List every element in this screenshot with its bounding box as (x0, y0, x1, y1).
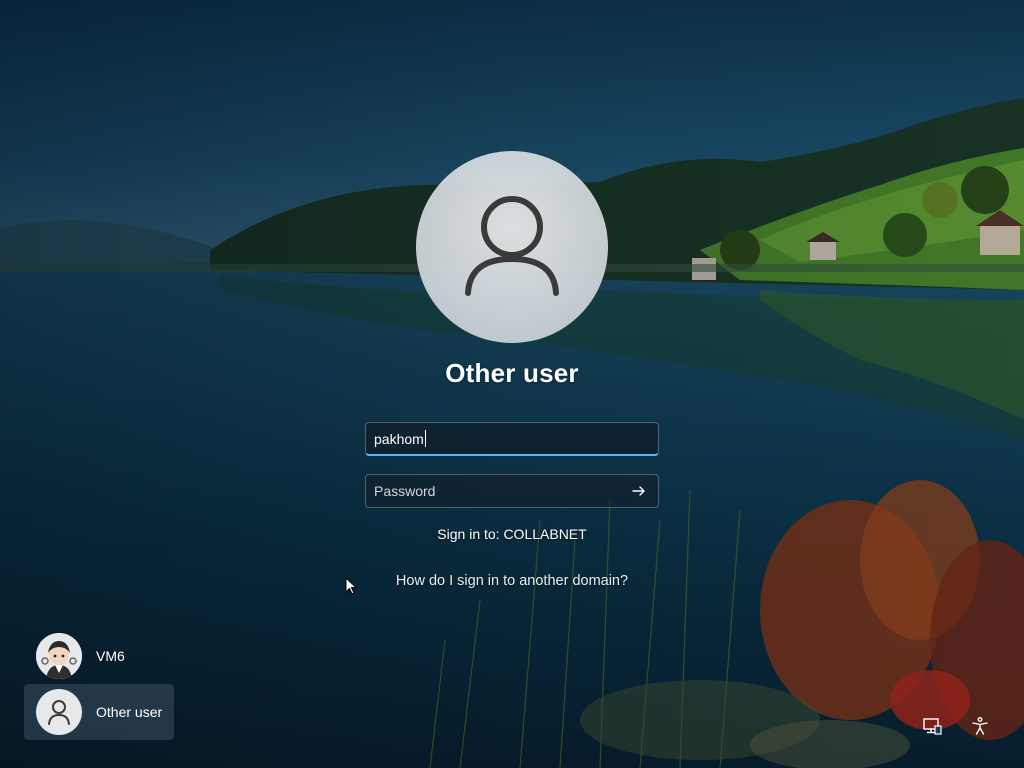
text-caret (424, 430, 426, 447)
user-name: Other user (96, 704, 163, 720)
user-icon (48, 700, 70, 725)
user-avatar-large (416, 151, 608, 343)
signin-domain-text: Sign in to: COLLABNET (437, 526, 587, 542)
user-name: VM6 (96, 648, 125, 664)
avatar (36, 633, 82, 679)
other-domain-link[interactable]: How do I sign in to another domain? (312, 573, 712, 589)
username-field[interactable]: pakhom (365, 422, 659, 456)
accessibility-icon (972, 717, 988, 735)
submit-button[interactable] (628, 480, 650, 502)
username-value: pakhom (374, 430, 424, 447)
password-field[interactable]: Password (365, 474, 659, 508)
user-icon (465, 196, 559, 296)
user-tile-vm6[interactable]: VM6 (24, 628, 174, 684)
user-tile-other-user[interactable]: Other user (24, 684, 174, 740)
accessibility-button[interactable] (965, 711, 995, 741)
arrow-right-icon (632, 486, 645, 496)
network-button[interactable] (917, 711, 947, 741)
password-placeholder: Password (374, 483, 436, 499)
page-title: Other user (445, 358, 579, 388)
cartoon-avatar-icon (36, 633, 82, 679)
network-icon (923, 718, 942, 735)
mouse-cursor-icon (345, 577, 357, 595)
avatar (36, 689, 82, 735)
